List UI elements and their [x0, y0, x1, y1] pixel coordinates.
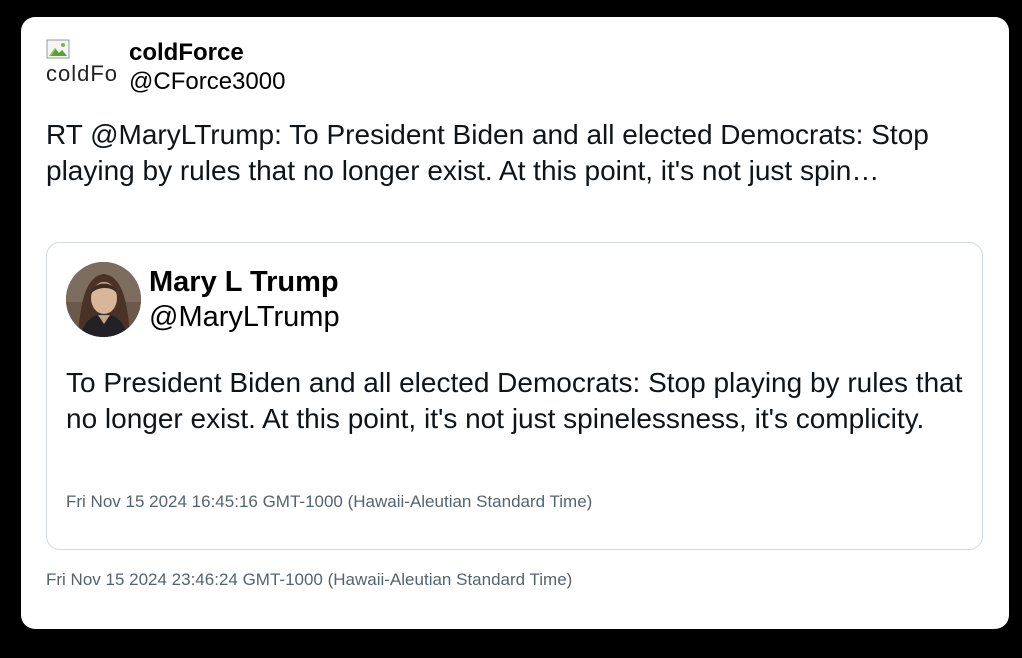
portrait-photo: [66, 262, 141, 337]
quoted-author-names: Mary L Trump @MaryLTrump: [149, 265, 340, 335]
broken-image-icon: [46, 39, 70, 59]
quoted-author-avatar[interactable]: [66, 262, 141, 337]
quoted-tweet-header: Mary L Trump @MaryLTrump: [66, 262, 340, 337]
avatar-alt-text: coldForce: [46, 61, 118, 86]
quoted-author-handle[interactable]: @MaryLTrump: [149, 299, 340, 335]
quoted-tweet-timestamp[interactable]: Fri Nov 15 2024 16:45:16 GMT-1000 (Hawai…: [66, 492, 592, 512]
author-display-name[interactable]: coldForce: [129, 39, 285, 67]
tweet-timestamp[interactable]: Fri Nov 15 2024 23:46:24 GMT-1000 (Hawai…: [46, 570, 572, 590]
tweet-text: RT @MaryLTrump: To President Biden and a…: [46, 119, 929, 186]
author-names: coldForce @CForce3000: [129, 39, 285, 97]
avatar[interactable]: coldForce: [46, 39, 118, 87]
author-handle[interactable]: @CForce3000: [129, 67, 285, 97]
quoted-tweet-text: To President Biden and all elected Democ…: [66, 367, 963, 434]
tweet-header: coldForce coldForce @CForce3000: [46, 39, 285, 97]
quoted-author-display-name[interactable]: Mary L Trump: [149, 265, 340, 299]
tweet-card: coldForce coldForce @CForce3000 RT @Mary…: [21, 17, 1009, 629]
quoted-tweet[interactable]: Mary L Trump @MaryLTrump To President Bi…: [46, 242, 983, 550]
